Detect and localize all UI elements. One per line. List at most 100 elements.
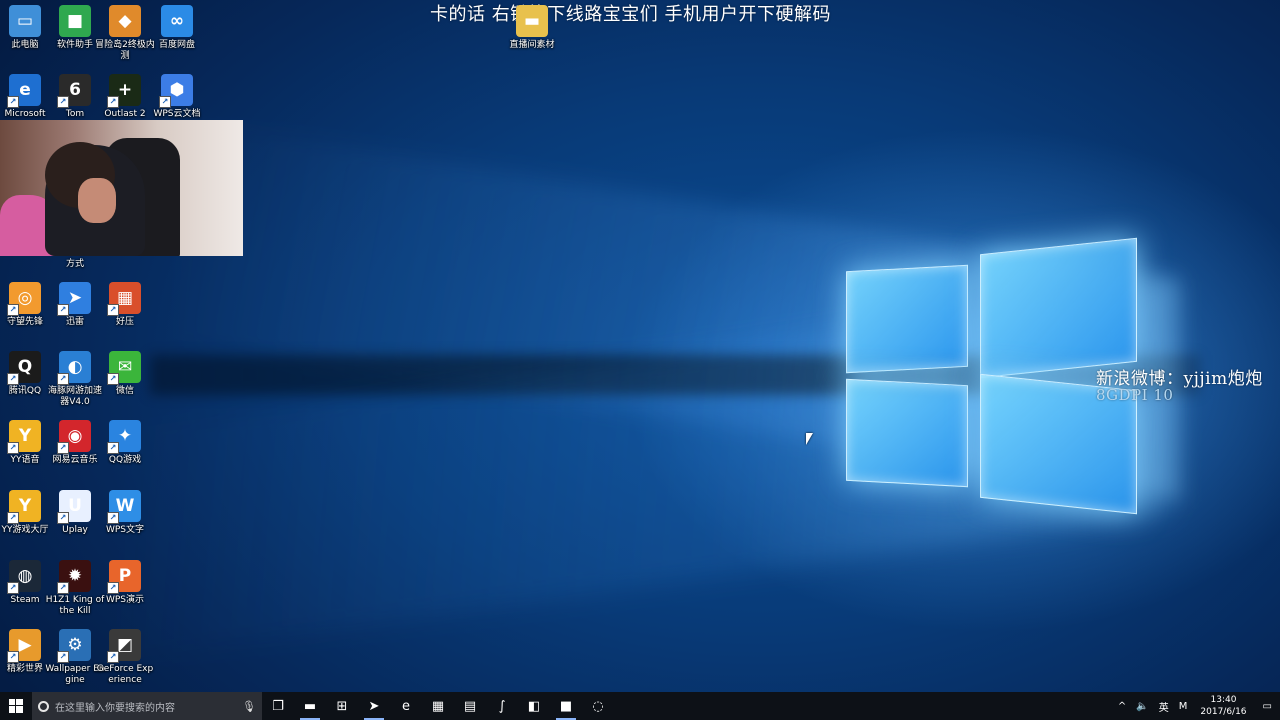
shortcut-arrow-icon: ↗	[107, 96, 119, 108]
desktop-icon[interactable]: P ↗ WPS演示	[95, 560, 155, 606]
windows-logo-wallpaper	[840, 232, 1140, 522]
wechat-icon: ✉ ↗	[107, 351, 141, 385]
taskbar-notepad-button[interactable]: ▤	[454, 692, 486, 720]
desktop-icon[interactable]: W ↗ WPS文字	[95, 490, 155, 536]
shortcut-arrow-icon: ↗	[7, 442, 19, 454]
yy-game-icon: Y ↗	[7, 490, 41, 524]
yy-icon: Y ↗	[7, 420, 41, 454]
taskbar-apps: ❐ ▬ ⊞ ➤ e ▦ ▤ ∫ ◧ ■ ◌	[262, 692, 614, 720]
qq-icon: Q ↗	[7, 351, 41, 385]
taskbar-app-blue-button[interactable]: ▦	[422, 692, 454, 720]
media-icon: ▶ ↗	[7, 629, 41, 663]
geforce-icon: ◩ ↗	[107, 629, 141, 663]
notepad-icon: ▤	[463, 698, 477, 714]
desktop-icon[interactable]: ✦ ↗ QQ游戏	[95, 420, 155, 466]
dolphin-icon: ◐ ↗	[57, 351, 91, 385]
desktop-icon[interactable]: ⬢ ↗ WPS云文档	[147, 74, 207, 120]
app-paper-icon: ◧	[527, 698, 541, 714]
haozip-icon: ▦ ↗	[107, 282, 141, 316]
shortcut-arrow-icon: ↗	[7, 96, 19, 108]
microphone-icon[interactable]: 🎙	[242, 700, 256, 713]
ime-mode[interactable]: M	[1174, 701, 1193, 712]
wallpaper-engine-icon: ⚙ ↗	[57, 629, 91, 663]
dpi-text: 8GDPI 10	[1096, 386, 1174, 404]
taskbar-app-line-button[interactable]: ∫	[486, 692, 518, 720]
shortcut-arrow-icon: ↗	[57, 512, 69, 524]
uplay-icon: U ↗	[57, 490, 91, 524]
shortcut-arrow-icon: ↗	[57, 304, 69, 316]
shortcut-arrow-icon: ↗	[57, 651, 69, 663]
desktop-icon[interactable]: ∞ 百度网盘	[147, 5, 207, 51]
desktop-icon-label: 好压	[115, 317, 134, 327]
edge-icon: e	[402, 698, 410, 714]
webcam-overlay	[0, 120, 243, 256]
desktop-icon[interactable]: 方式	[45, 256, 105, 270]
taskbar-app-circle-button[interactable]: ◌	[582, 692, 614, 720]
taskbar-task-view-button[interactable]: ❐	[262, 692, 294, 720]
shortcut-arrow-icon: ↗	[107, 373, 119, 385]
taskbar-app-paper-button[interactable]: ◧	[518, 692, 550, 720]
game-rainbow-six-icon: 6 ↗	[57, 74, 91, 108]
taskbar-file-explorer-button[interactable]: ▬	[294, 692, 326, 720]
wps-writer-icon: W ↗	[107, 490, 141, 524]
shortcut-arrow-icon: ↗	[159, 96, 171, 108]
app-blue-icon: ▦	[431, 698, 445, 714]
stream-notice-text: 卡的话 右键换下线路宝宝们 手机用户开下硬解码	[430, 4, 831, 25]
taskbar-store-button[interactable]: ⊞	[326, 692, 358, 720]
shortcut-arrow-icon: ↗	[107, 582, 119, 594]
shortcut-arrow-icon: ↗	[57, 96, 69, 108]
mouse-cursor	[806, 433, 813, 445]
desktop-icon[interactable]: ◩ ↗ GeForce Experience	[95, 629, 155, 686]
h1z1-icon: ✹ ↗	[57, 560, 91, 594]
taskbar-app-green-button[interactable]: ■	[550, 692, 582, 720]
desktop-icon-label: QQ游戏	[108, 455, 142, 465]
system-tray: ^ 🔈 英 M 13:40 2017/6/16 ▭	[1113, 692, 1280, 720]
shortcut-arrow-icon: ↗	[7, 651, 19, 663]
edge-icon: e ↗	[7, 74, 41, 108]
taskbar: 在这里输入你要搜索的内容 🎙 ❐ ▬ ⊞ ➤ e ▦ ▤ ∫ ◧ ■ ◌ ^ 🔈 英 M 13:40…	[0, 692, 1280, 720]
desktop-icon-label: WPS云文档	[153, 109, 201, 119]
qq-game-icon: ✦ ↗	[107, 420, 141, 454]
folder-icon: ▬	[516, 5, 548, 37]
taskbar-edge-button[interactable]: e	[390, 692, 422, 720]
store-icon: ⊞	[336, 698, 348, 714]
app-green-icon: ■	[559, 698, 573, 714]
desktop-icon-label: 百度网盘	[158, 40, 195, 50]
search-box[interactable]: 在这里输入你要搜索的内容 🎙	[32, 692, 262, 720]
clock-date: 2017/6/16	[1200, 707, 1247, 717]
windows-start-icon	[9, 699, 23, 713]
steam-icon: ◍ ↗	[7, 560, 41, 594]
desktop-icon[interactable]: ▦ ↗ 好压	[95, 282, 155, 328]
desktop-icon[interactable]: + ↗ Outlast 2	[95, 74, 155, 120]
desktop-icon-label: 微信	[115, 386, 134, 396]
action-center-icon[interactable]: ▭	[1255, 701, 1280, 712]
netease-music-icon: ◉ ↗	[57, 420, 91, 454]
app-circle-icon: ◌	[592, 698, 604, 714]
taskbar-thunder-button[interactable]: ➤	[358, 692, 390, 720]
overwatch-icon: ◎ ↗	[7, 282, 41, 316]
shortcut-arrow-icon: ↗	[107, 512, 119, 524]
volume-icon[interactable]: 🔈	[1131, 701, 1153, 712]
desktop-icon[interactable]: ◆ 冒险岛2终极内测	[95, 5, 155, 62]
shortcut-arrow-icon: ↗	[107, 651, 119, 663]
start-button[interactable]	[0, 692, 32, 720]
shortcut-arrow-icon: ↗	[7, 582, 19, 594]
cortana-icon	[38, 700, 49, 712]
tray-chevron-icon[interactable]: ^	[1113, 701, 1131, 712]
shortcut-arrow-icon: ↗	[7, 304, 19, 316]
desktop-icon[interactable]: ✉ ↗ 微信	[95, 351, 155, 397]
desktop-icon-label: GeForce Experience	[96, 664, 154, 685]
desktop-icon[interactable]: ▬ 直播间素材	[502, 5, 562, 51]
thunder-icon: ➤ ↗	[57, 282, 91, 316]
search-placeholder: 在这里输入你要搜索的内容	[55, 702, 175, 714]
game-maplestory-icon: ◆	[109, 5, 141, 37]
cloud-icon: ∞	[161, 5, 193, 37]
wps-cloud-icon: ⬢ ↗	[159, 74, 193, 108]
clock-time: 13:40	[1210, 695, 1237, 705]
clock[interactable]: 13:40 2017/6/16	[1192, 694, 1254, 718]
wps-presentation-icon: P ↗	[107, 560, 141, 594]
file-explorer-icon: ▬	[303, 698, 317, 714]
task-view-icon: ❐	[272, 698, 284, 714]
shortcut-arrow-icon: ↗	[7, 512, 19, 524]
ime-language[interactable]: 英	[1154, 699, 1174, 714]
